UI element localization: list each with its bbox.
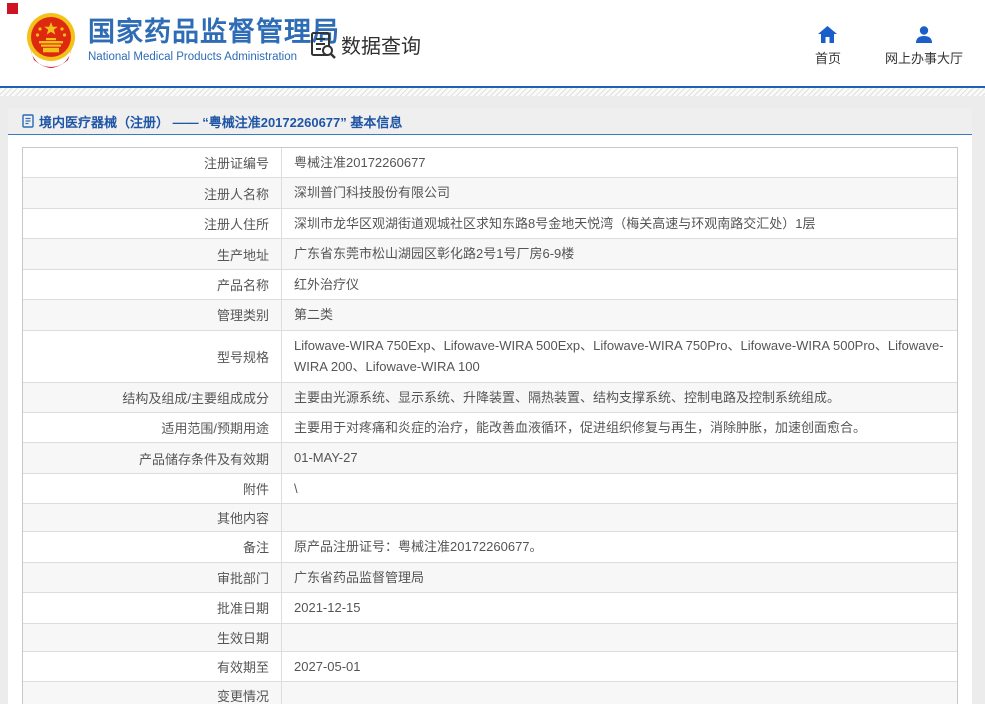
row-value: 第二类 [294,307,334,323]
row-value: 广东省东莞市松山湖园区彰化路2号1号厂房6-9楼 [294,246,575,262]
row-label: 管理类别 [23,300,282,330]
row-label: 生效日期 [23,623,282,651]
row-value: 粤械注准20172260677 [294,155,426,170]
logo-title: 国家药品监督管理局 [88,16,340,47]
row-label: 注册证编号 [23,148,282,178]
row-value: 深圳普门科技股份有限公司 [294,185,451,201]
row-value: 广东省药品监督管理局 [294,569,425,585]
table-row: 注册人名称 深圳普门科技股份有限公司 [23,178,957,209]
logo-text: 国家药品监督管理局 National Medical Products Admi… [88,17,340,63]
table-row: 审批部门 广东省药品监督管理局 [23,562,957,594]
table-row: 产品储存条件及有效期 01-MAY-27 [23,443,957,474]
row-value: Lifowave-WIRA 750Exp、Lifowave-WIRA 500Ex… [294,337,944,375]
row-label: 注册人住所 [23,208,282,239]
row-label: 变更情况 [23,682,282,704]
content-panel: 境内医疗器械（注册） —— “粤械注准20172260677” 基本信息 注册证… [8,108,972,704]
row-label: 型号规格 [23,330,282,382]
table-row: 变更情况 [23,682,957,704]
logo-subtitle: National Medical Products Administration [88,51,298,64]
table-row: 有效期至 2027-05-01 [23,651,957,682]
table-row: 批准日期 2021-12-15 [23,593,957,624]
row-value [282,682,957,704]
table-row: 型号规格 Lifowave-WIRA 750Exp、Lifowave-WIRA … [23,330,957,383]
table-row: 附件 \ [23,473,957,505]
row-value: 深圳市龙华区观湖街道观城社区求知东路8号金地天悦湾（梅关高速与环观南路交汇处）1… [294,215,816,231]
table-row: 注册证编号 粤械注准20172260677 [23,148,957,179]
row-value [282,624,957,651]
row-label: 审批部门 [23,562,282,593]
row-label: 产品名称 [23,269,282,300]
row-value: 原产品注册证号：粤械注准20172260677。 [294,539,543,555]
row-label: 有效期至 [23,651,282,681]
row-label: 产品储存条件及有效期 [23,443,282,473]
document-search-icon [311,31,336,59]
data-query-label: 数据查询 [341,36,421,58]
table-row: 结构及组成/主要组成成分 主要由光源系统、显示系统、升降装置、隔热装置、结构支撑… [23,382,957,413]
table-row: 管理类别 第二类 [23,300,957,331]
table-row: 备注 原产品注册证号：粤械注准20172260677。 [23,532,957,563]
row-label: 批准日期 [23,593,282,623]
row-value: 主要由光源系统、显示系统、升降装置、隔热装置、结构支撑系统、控制电路及控制系统组… [294,389,841,405]
header-hatch-divider [0,88,985,96]
row-label: 其他内容 [23,504,282,532]
registration-info-table: 注册证编号 粤械注准20172260677 注册人名称 深圳普门科技股份有限公司… [22,147,958,704]
table-row: 注册人住所 深圳市龙华区观湖街道观城社区求知东路8号金地天悦湾（梅关高速与环观南… [23,208,957,240]
header-nav: 首页 网上办事大厅 [815,26,963,67]
row-label: 注册人名称 [23,178,282,208]
data-query-nav[interactable]: 数据查询 [310,30,421,59]
nav-label-home: 首页 [814,51,841,66]
table-row: 产品名称 红外治疗仪 [23,269,957,301]
national-emblem-icon [27,13,75,68]
row-value [282,504,957,531]
corner-red-square [7,3,18,14]
nav-item-service-hall[interactable]: 网上办事大厅 [885,26,963,67]
row-value: 2021-12-15 [294,600,361,616]
table-row: 生产地址 广东省东莞市松山湖园区彰化路2号1号厂房6-9楼 [23,239,957,270]
row-value: 2027-05-01 [294,658,361,674]
document-icon [22,114,34,128]
home-icon [818,26,838,43]
table-row: 其他内容 [23,504,957,533]
table-row: 生效日期 [23,623,957,652]
row-label: 附件 [23,473,282,504]
table-row: 适用范围/预期用途 主要用于对疼痛和炎症的治疗，能改善血液循环，促进组织修复与再… [23,412,957,444]
page-title: 境内医疗器械（注册） —— “粤械注准20172260677” 基本信息 [39,114,403,130]
site-header: 国家药品监督管理局 National Medical Products Admi… [0,0,985,88]
nav-item-home[interactable]: 首页 [815,26,841,67]
site-logo[interactable]: 国家药品监督管理局 National Medical Products Admi… [24,10,340,70]
nav-label-service-hall: 网上办事大厅 [884,51,963,66]
row-label: 适用范围/预期用途 [23,412,282,443]
row-value: 红外治疗仪 [294,276,360,292]
row-value: 主要用于对疼痛和炎症的治疗，能改善血液循环，促进组织修复与再生，消除肿胀，加速创… [294,419,867,435]
row-label: 备注 [23,532,282,562]
row-label: 生产地址 [23,239,282,269]
row-value: \ [294,480,298,496]
row-value: 01-MAY-27 [294,450,358,466]
person-icon [915,26,932,43]
row-label: 结构及组成/主要组成成分 [23,382,282,412]
section-title-bar: 境内医疗器械（注册） —— “粤械注准20172260677” 基本信息 [8,108,972,135]
